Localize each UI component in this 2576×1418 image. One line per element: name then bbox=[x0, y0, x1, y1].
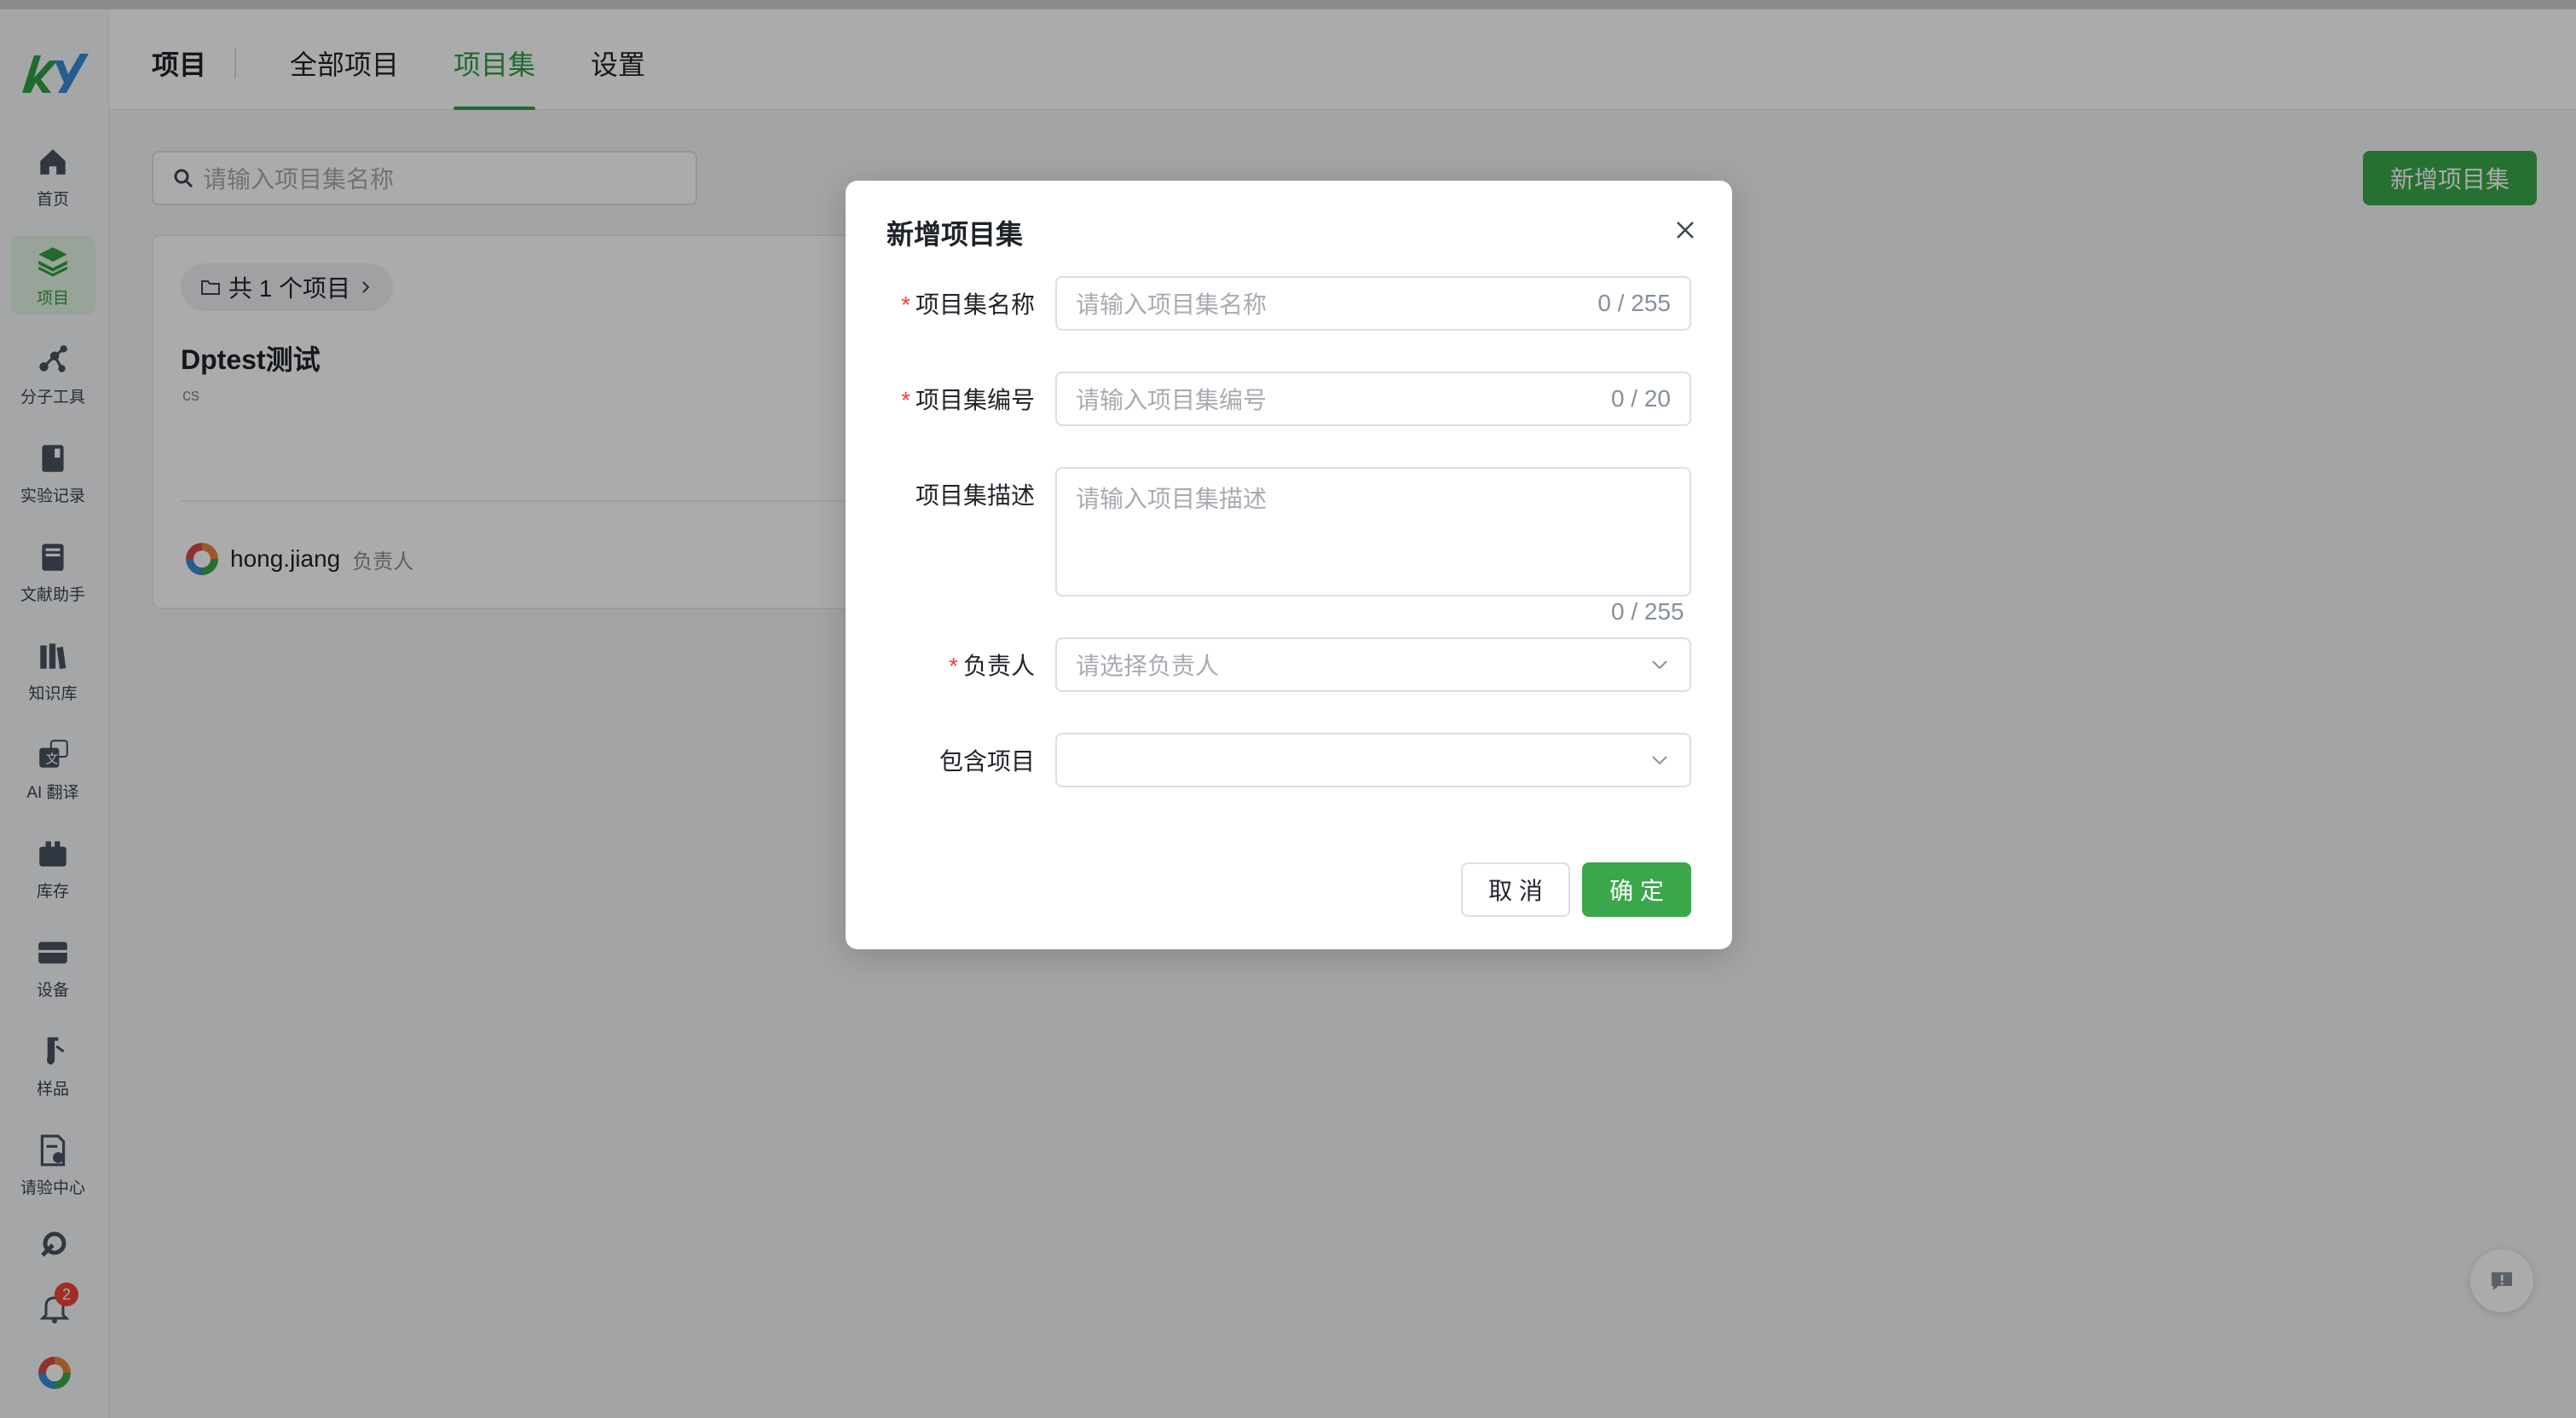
required-mark: * bbox=[901, 291, 910, 318]
new-project-set-dialog: 新增项目集 * 项目集名称 请输入项目集名称 0 / 255 * 项目集编号 请输入… bbox=[846, 181, 1732, 949]
close-icon[interactable] bbox=[1668, 213, 1702, 247]
name-count: 0 / 255 bbox=[1597, 290, 1671, 316]
required-mark: * bbox=[949, 653, 958, 679]
dialog-title: 新增项目集 bbox=[887, 219, 1024, 250]
required-mark: * bbox=[901, 387, 910, 413]
chevron-down-icon bbox=[1652, 660, 1667, 670]
confirm-button[interactable]: 确 定 bbox=[1582, 862, 1691, 917]
code-count: 0 / 20 bbox=[1610, 385, 1671, 412]
owner-select[interactable]: 请选择负责人 bbox=[1055, 637, 1691, 692]
name-field[interactable]: 请输入项目集名称 0 / 255 bbox=[1055, 276, 1691, 331]
owner-label: * 负责人 bbox=[949, 653, 1035, 679]
code-label: * 项目集编号 bbox=[901, 387, 1035, 413]
code-field[interactable]: 请输入项目集编号 0 / 20 bbox=[1055, 372, 1691, 426]
description-label: 项目集描述 bbox=[915, 482, 1035, 509]
description-field[interactable]: 请输入项目集描述 bbox=[1055, 467, 1691, 597]
chevron-down-icon bbox=[1652, 756, 1667, 765]
description-placeholder: 请输入项目集描述 bbox=[1076, 486, 1268, 512]
description-count: 0 / 255 bbox=[1611, 598, 1684, 625]
projects-select[interactable] bbox=[1055, 733, 1691, 787]
projects-label: 包含项目 bbox=[939, 748, 1035, 775]
code-placeholder: 请输入项目集编号 bbox=[1076, 387, 1268, 413]
name-label: * 项目集名称 bbox=[901, 291, 1035, 318]
owner-placeholder: 请选择负责人 bbox=[1076, 653, 1220, 679]
name-placeholder: 请输入项目集名称 bbox=[1076, 291, 1268, 318]
cancel-button[interactable]: 取 消 bbox=[1461, 862, 1570, 917]
